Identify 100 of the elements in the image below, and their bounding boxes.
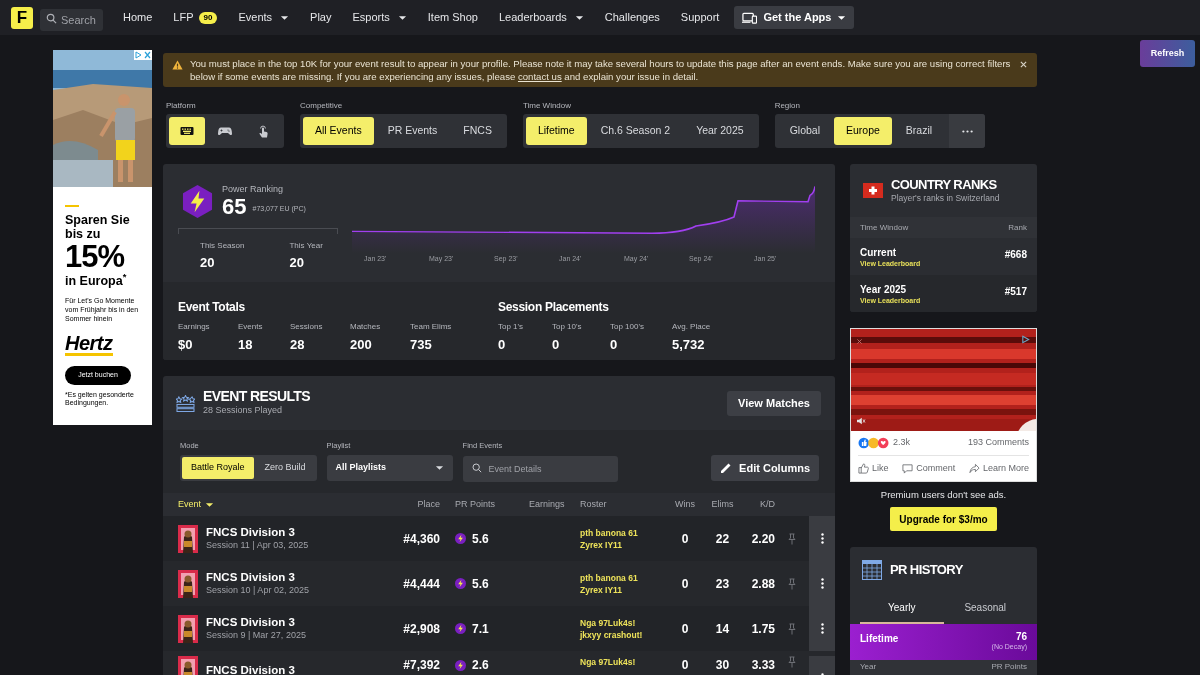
table-row[interactable]: FNCS Division 3 Session 9 | Mar 27, 2025 #2,908 7.1 Nga 97Luk4s! jkxyy crashout! 0 14 1.75 [163, 606, 835, 651]
table-cell-text: #4,360 [402, 530, 440, 548]
table-row[interactable]: FNCS Division 3 Session 10 | Apr 02, 2025 #4,444 5.6 pth banona 61 Zyrex IY11 0 23 2.88 [163, 561, 835, 606]
filter-option[interactable]: Global [777, 117, 832, 145]
nav-link[interactable]: Support [680, 9, 720, 26]
nav-link[interactable]: Challenges [604, 9, 660, 26]
filter-option[interactable]: Brazil [893, 117, 945, 145]
pin-icon[interactable] [788, 532, 796, 545]
pin-icon[interactable] [788, 622, 796, 635]
search-field[interactable]: Event Details [462, 456, 618, 482]
more-button[interactable] [949, 114, 986, 148]
logo[interactable]: F [11, 6, 33, 29]
search-field[interactable]: Search [40, 8, 103, 31]
player-name[interactable]: jkxyy crashout! [580, 628, 665, 641]
filter-option[interactable]: Europe [834, 117, 892, 145]
ad-action-button[interactable]: Comment [902, 461, 956, 476]
nav-link[interactable]: LFP [173, 9, 194, 26]
column-header[interactable]: Earnings [520, 497, 575, 512]
close-icon[interactable] [856, 338, 863, 345]
player-name[interactable]: Zyrex IY11 [580, 583, 665, 596]
stat-label: Avg. Place [672, 321, 712, 333]
mode-option[interactable]: Zero Build [255, 457, 315, 479]
column-header[interactable]: PR Points [440, 497, 520, 512]
table-cell-text: 5.6 [472, 575, 489, 593]
get-apps-button[interactable]: Get the Apps [734, 6, 855, 29]
platform-button[interactable] [169, 117, 205, 145]
session-date: Session 10 | Apr 02, 2025 [206, 583, 309, 597]
column-header[interactable]: K/D [740, 497, 775, 512]
stat-value: 0 [498, 336, 507, 354]
player-name[interactable]: pth banona 61 [580, 526, 665, 539]
pin-icon[interactable] [788, 656, 796, 668]
table-cell-text: 23 [714, 575, 731, 593]
column-header[interactable]: Event [178, 497, 388, 512]
player-name[interactable]: Nga 97Luk4s! [580, 656, 665, 668]
table-row[interactable]: FNCS Division 3 Session 11 | Apr 03, 2025 #4,360 5.6 pth banona 61 Zyrex IY11 0 22 2.20 [163, 516, 835, 561]
filter-option[interactable]: Year 2025 [684, 117, 756, 145]
player-name[interactable]: pth banona 61 [580, 571, 665, 584]
column-header[interactable]: Roster [575, 497, 665, 512]
comment-count[interactable]: 193 Comments [967, 436, 1029, 450]
power-ranking-label: Power Ranking [222, 184, 285, 195]
mute-icon[interactable] [856, 417, 866, 425]
stat-label: Top 10's [552, 321, 583, 333]
speech-bubble-icon [902, 463, 914, 474]
keyboard-icon [180, 126, 194, 136]
filter-option[interactable]: All Events [303, 117, 374, 145]
player-name[interactable]: Zyrex IY11 [580, 538, 665, 551]
edit-columns-button[interactable]: Edit Columns [711, 455, 819, 481]
ad-action-button[interactable]: Learn More [968, 461, 1029, 476]
column-header: Year [860, 661, 877, 674]
reaction-count: 2.3k [893, 436, 910, 450]
nav-link[interactable]: Leaderboards [498, 9, 584, 26]
ad-choices-icon[interactable] [134, 50, 152, 60]
player-name[interactable]: Nga 97Luk4s! [580, 616, 665, 629]
ad-action-button[interactable]: Like [858, 461, 889, 476]
reactions-icon [858, 437, 889, 449]
time-window-label: Current [860, 247, 898, 259]
mode-option[interactable]: Battle Royale [182, 457, 254, 479]
row-menu-button[interactable] [809, 516, 835, 561]
stat-label: Top 100's [610, 321, 645, 333]
stat-value: 20 [200, 254, 216, 272]
video-ad[interactable]: 2.3k 193 Comments Like Comment Learn More [850, 328, 1037, 482]
filter-option[interactable]: FNCS [451, 117, 504, 145]
event-name: FNCS Division 3 [206, 614, 296, 629]
power-rank-icon [455, 623, 466, 634]
podium-stars-icon [176, 394, 195, 412]
caret-icon [574, 14, 584, 21]
filter-option[interactable]: Lifetime [525, 117, 587, 145]
table-row[interactable]: FNCS Division 3 #7,392 2.6 Nga 97Luk4s! 0 30 3.33 [163, 651, 835, 675]
tab[interactable]: Seasonal [943, 592, 1027, 625]
column-header[interactable]: Place [388, 497, 440, 512]
more-icon [820, 533, 824, 544]
nav-link[interactable]: Events [238, 9, 290, 26]
filter-option[interactable]: PR Events [375, 117, 450, 145]
filter-label: Platform [166, 100, 197, 111]
nav-link[interactable]: Play [310, 9, 332, 26]
power-rank-icon [182, 185, 213, 218]
ad-discount: 15% [65, 241, 126, 273]
section-subtitle: Player's ranks in Switzerland [891, 191, 1000, 205]
nav-link[interactable]: Home [123, 9, 153, 26]
column-header: PR Points [991, 661, 1027, 674]
power-ranking-value: 65 [222, 195, 247, 219]
power-rank-icon [455, 533, 466, 544]
ad-choices-icon[interactable] [1021, 335, 1030, 344]
row-menu-button[interactable] [809, 606, 835, 651]
upgrade-button[interactable]: Upgrade for $3/mo [890, 507, 997, 532]
refresh-button[interactable]: Refresh [1140, 40, 1195, 67]
column-header[interactable]: Elims [705, 497, 740, 512]
nav-link[interactable]: Esports [352, 9, 407, 26]
time-window-label: Year 2025 [860, 284, 908, 296]
column-header[interactable]: Wins [665, 497, 705, 512]
column-header: Rank [1008, 221, 1027, 234]
playlist-dropdown[interactable]: All Playlists [326, 455, 453, 481]
pin-icon[interactable] [788, 577, 796, 590]
nav-link[interactable]: Item Shop [427, 9, 478, 26]
warning-icon [172, 60, 183, 70]
filter-option[interactable]: Ch.6 Season 2 [588, 117, 683, 145]
contact-link[interactable]: contact us [517, 71, 562, 82]
flag-icon [863, 183, 883, 198]
stat-value: 0 [610, 336, 619, 354]
view-matches-button[interactable]: View Matches [727, 390, 821, 416]
